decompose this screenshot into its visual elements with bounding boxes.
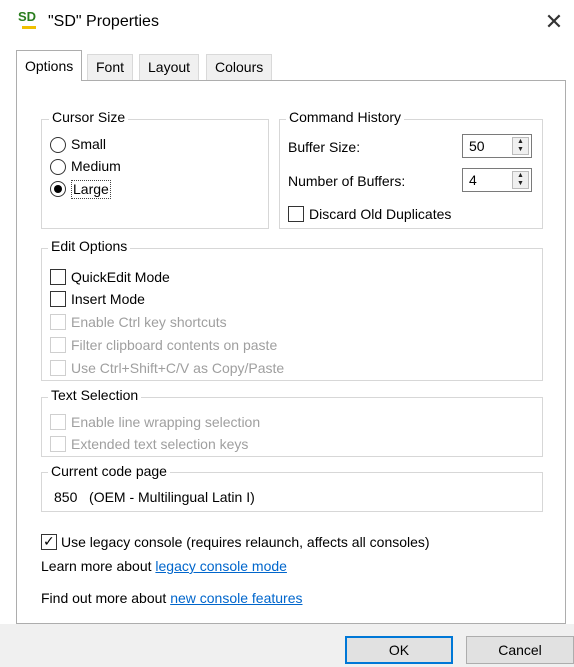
num-buffers-value[interactable]: 4 — [469, 172, 477, 188]
radio-small-label[interactable]: Small — [71, 136, 106, 153]
cancel-button[interactable]: Cancel — [466, 636, 574, 664]
find-out-more-prefix: Find out more about — [41, 590, 171, 606]
spin-up-icon[interactable]: ▲ — [513, 172, 528, 180]
ctrl-shift-copy-label: Use Ctrl+Shift+C/V as Copy/Paste — [71, 360, 285, 376]
app-icon-text: SD — [18, 9, 37, 24]
legacy-console-link[interactable]: legacy console mode — [155, 558, 287, 574]
learn-more-text: Learn more about legacy console mode — [41, 558, 287, 575]
checkmark-icon: ✓ — [43, 533, 55, 549]
extended-keys-checkbox — [50, 436, 66, 452]
new-features-link[interactable]: new console features — [170, 590, 302, 606]
legacy-console-checkbox[interactable]: ✓ — [41, 533, 57, 550]
buffer-size-stepper[interactable]: 50 ▲ ▼ — [462, 134, 532, 158]
filter-clipboard-label: Filter clipboard contents on paste — [71, 337, 278, 353]
discard-duplicates-checkbox[interactable] — [288, 206, 304, 222]
spin-down-icon[interactable]: ▼ — [513, 180, 528, 188]
text-selection-title: Text Selection — [48, 387, 142, 403]
insert-mode-checkbox[interactable] — [50, 291, 66, 307]
buffer-size-label: Buffer Size: — [288, 139, 361, 155]
radio-medium[interactable] — [50, 159, 66, 175]
radio-large-label[interactable]: Large — [71, 180, 111, 199]
spin-down-icon[interactable]: ▼ — [513, 146, 528, 154]
num-buffers-stepper[interactable]: 4 ▲ ▼ — [462, 168, 532, 192]
ctrl-shift-copy-checkbox — [50, 360, 66, 376]
buffer-size-value[interactable]: 50 — [469, 138, 485, 154]
legacy-console-label[interactable]: Use legacy console (requires relaunch, a… — [61, 534, 430, 551]
radio-large[interactable] — [50, 181, 66, 197]
find-out-more-text: Find out more about new console features — [41, 590, 303, 607]
app-icon: SD — [18, 10, 44, 34]
filter-clipboard-checkbox — [50, 337, 66, 353]
line-wrap-selection-checkbox — [50, 414, 66, 430]
close-icon[interactable]: ✕ — [540, 8, 568, 36]
cursor-size-title: Cursor Size — [49, 109, 129, 125]
tab-colours[interactable]: Colours — [206, 54, 273, 80]
command-history-title: Command History — [286, 109, 405, 125]
window-title: "SD" Properties — [48, 13, 159, 30]
radio-medium-label[interactable]: Medium — [71, 158, 121, 175]
tab-options[interactable]: Options — [16, 50, 83, 81]
num-buffers-label: Number of Buffers: — [288, 173, 406, 189]
ctrl-shortcuts-label: Enable Ctrl key shortcuts — [71, 314, 227, 330]
edit-options-title: Edit Options — [48, 238, 131, 254]
learn-more-prefix: Learn more about — [41, 558, 156, 574]
tab-layout[interactable]: Layout — [139, 54, 200, 80]
line-wrap-selection-label: Enable line wrapping selection — [71, 414, 261, 430]
code-page-title: Current code page — [48, 463, 170, 479]
quickedit-checkbox[interactable] — [50, 269, 66, 285]
code-page-value: 850 (OEM - Multilingual Latin I) — [54, 489, 255, 505]
quickedit-label[interactable]: QuickEdit Mode — [71, 269, 170, 286]
discard-duplicates-label[interactable]: Discard Old Duplicates — [309, 206, 451, 223]
ctrl-shortcuts-checkbox — [50, 314, 66, 330]
insert-mode-label[interactable]: Insert Mode — [71, 291, 145, 308]
radio-small[interactable] — [50, 137, 66, 153]
ok-button[interactable]: OK — [345, 636, 453, 664]
extended-keys-label: Extended text selection keys — [71, 436, 249, 452]
tab-font[interactable]: Font — [87, 54, 134, 80]
spin-up-icon[interactable]: ▲ — [513, 138, 528, 146]
